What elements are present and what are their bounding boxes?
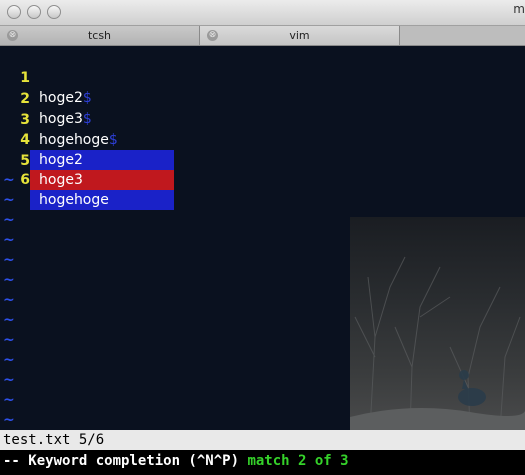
command-line: -- Keyword completion (^N^P) match 2 of … <box>0 450 525 475</box>
tab-bar: ⊗ tcsh ⊗ vim <box>0 26 525 46</box>
empty-line-tilde: ~ <box>3 312 15 328</box>
minimize-window-button[interactable] <box>27 5 41 19</box>
empty-line-tilde: ~ <box>3 272 15 288</box>
editor-line: 4 $ <box>0 110 48 168</box>
editor-buffer[interactable]: 1 hoge2$ 2 hoge3$ 3 hogehoge$ 4 $ 5 ho 6… <box>0 48 525 430</box>
zoom-window-button[interactable] <box>47 5 61 19</box>
tab-vim[interactable]: ⊗ vim <box>200 26 400 45</box>
line-text: hoge2 <box>39 90 83 106</box>
close-tab-icon[interactable]: ⊗ <box>207 30 218 41</box>
empty-line-tilde: ~ <box>3 372 15 388</box>
mode-message: -- Keyword completion (^N^P) <box>3 453 248 469</box>
eol-marker: $ <box>82 111 92 127</box>
editor-line: 5 ho <box>0 131 65 189</box>
match-counter: match 2 of 3 <box>247 453 349 469</box>
empty-line-tilde: ~ <box>3 252 15 268</box>
empty-line-tilde: ~ <box>3 172 15 188</box>
completion-item[interactable]: hoge2 <box>30 150 174 170</box>
empty-line-tilde: ~ <box>3 352 15 368</box>
empty-line-tilde: ~ <box>3 392 15 408</box>
tab-label: vim <box>289 29 310 42</box>
empty-line-tilde: ~ <box>3 332 15 348</box>
empty-line-tilde: ~ <box>3 232 15 248</box>
empty-line-tilde: ~ <box>3 192 15 208</box>
eol-marker: $ <box>108 132 118 148</box>
line-text: hoge3 <box>39 111 83 127</box>
empty-line-tilde: ~ <box>3 212 15 228</box>
tab-label: tcsh <box>87 29 112 42</box>
close-tab-icon[interactable]: ⊗ <box>7 30 18 41</box>
editor-line: 1 hoge2$ <box>0 48 92 106</box>
line-text: hogehoge <box>39 132 109 148</box>
status-line: test.txt 5/6 <box>0 430 525 450</box>
editor-line: 3 hogehoge$ <box>0 90 118 148</box>
empty-line-tilde: ~ <box>3 412 15 428</box>
editor-line: 2 hoge3$ <box>0 69 92 127</box>
window-title: m <box>513 2 525 16</box>
eol-marker: $ <box>82 90 92 106</box>
empty-line-tilde: ~ <box>3 292 15 308</box>
editor-line: 6 <box>0 150 30 188</box>
window-titlebar: m <box>0 0 525 26</box>
tab-tcsh[interactable]: ⊗ tcsh <box>0 26 200 45</box>
close-window-button[interactable] <box>7 5 21 19</box>
completion-popup: hoge2 hoge3 hogehoge <box>30 150 174 210</box>
completion-item-selected[interactable]: hoge3 <box>30 170 174 190</box>
completion-item[interactable]: hogehoge <box>30 190 174 210</box>
